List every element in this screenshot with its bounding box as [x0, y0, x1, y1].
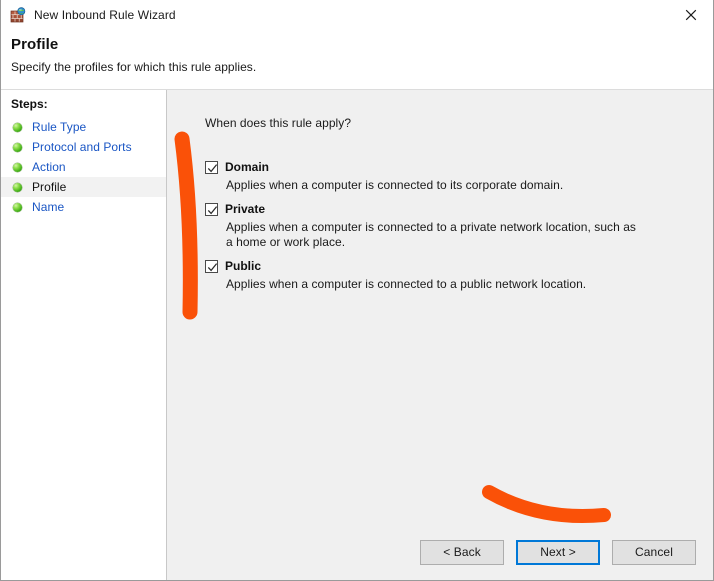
profile-checkbox-row[interactable]: Private: [205, 202, 713, 216]
title-bar: New Inbound Rule Wizard: [1, 0, 713, 30]
profile-label: Domain: [225, 160, 270, 174]
steps-heading: Steps:: [11, 97, 48, 111]
sidebar-item-profile[interactable]: Profile: [1, 177, 166, 197]
profile-checkbox-row[interactable]: Domain: [205, 160, 713, 174]
profile-description: Applies when a computer is connected to …: [226, 178, 564, 192]
cancel-button[interactable]: Cancel: [612, 539, 696, 565]
question-label: When does this rule apply?: [205, 116, 352, 130]
checkbox-checked-icon[interactable]: [205, 203, 218, 216]
sidebar-item-label: Profile: [32, 180, 67, 194]
wizard-body: Steps: Rule Type Protocol and Ports Acti…: [1, 90, 713, 580]
sidebar-item-rule-type[interactable]: Rule Type: [1, 117, 166, 137]
steps-sidebar: Steps: Rule Type Protocol and Ports Acti…: [1, 90, 167, 580]
back-button[interactable]: < Back: [420, 539, 504, 565]
firewall-globe-icon: [10, 7, 26, 23]
window-title: New Inbound Rule Wizard: [34, 8, 176, 22]
wizard-button-bar: < Back Next > Cancel: [167, 524, 713, 580]
page-subtitle: Specify the profiles for which this rule…: [11, 60, 257, 74]
sidebar-item-label: Action: [32, 160, 66, 174]
page-title: Profile: [11, 36, 59, 53]
profile-description: Applies when a computer is connected to …: [226, 277, 587, 291]
sidebar-item-label: Rule Type: [32, 120, 87, 134]
profile-option-public: Public Applies when a computer is connec…: [205, 259, 713, 292]
profile-checkbox-row[interactable]: Public: [205, 259, 713, 273]
wizard-window: New Inbound Rule Wizard Profile Specify …: [0, 0, 714, 581]
sidebar-item-label: Protocol and Ports: [32, 140, 132, 154]
close-icon[interactable]: [668, 0, 713, 29]
profile-label: Private: [225, 202, 266, 216]
profile-option-private: Private Applies when a computer is conne…: [205, 202, 713, 250]
profile-label: Public: [225, 259, 262, 273]
step-bullet-icon: [13, 122, 22, 132]
checkbox-checked-icon[interactable]: [205, 161, 218, 174]
step-bullet-icon: [13, 142, 22, 152]
sidebar-item-name[interactable]: Name: [1, 197, 166, 217]
step-bullet-icon: [13, 162, 22, 172]
sidebar-item-protocol-and-ports[interactable]: Protocol and Ports: [1, 137, 166, 157]
next-button[interactable]: Next >: [516, 539, 600, 565]
checkbox-checked-icon[interactable]: [205, 260, 218, 273]
sidebar-item-label: Name: [32, 200, 65, 214]
step-bullet-icon: [13, 202, 22, 212]
profile-description: Applies when a computer is connected to …: [226, 220, 636, 249]
step-bullet-icon: [13, 182, 22, 192]
profile-option-domain: Domain Applies when a computer is connec…: [205, 160, 713, 193]
sidebar-item-action[interactable]: Action: [1, 157, 166, 177]
page-header: Profile Specify the profiles for which t…: [1, 30, 713, 90]
content-inner: When does this rule apply? Domain Applie…: [167, 90, 713, 524]
content-pane: When does this rule apply? Domain Applie…: [167, 90, 713, 580]
